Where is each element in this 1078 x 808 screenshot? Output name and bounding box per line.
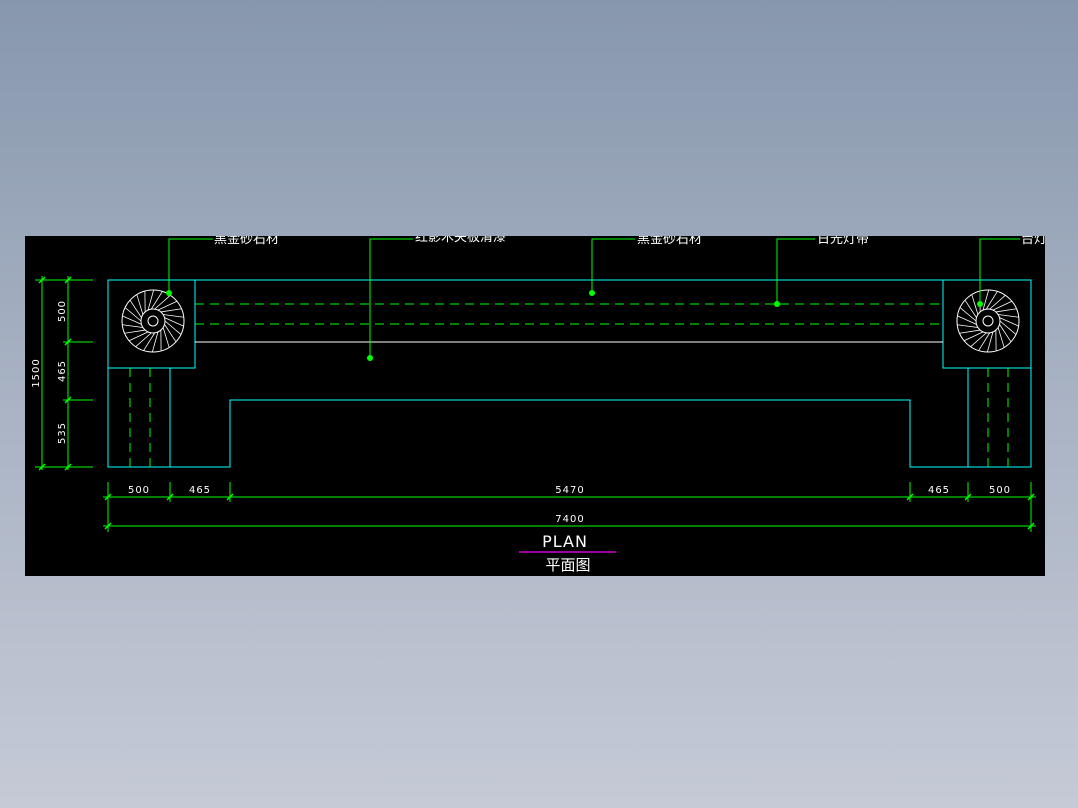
- dim-vertical-top: 500: [57, 300, 68, 322]
- dim-right-gap: 465: [928, 485, 950, 496]
- leader-dot: [166, 290, 172, 296]
- dim-center: 5470: [555, 485, 584, 496]
- lamp-rib: [164, 320, 182, 335]
- dim-vertical-mid: 465: [57, 360, 68, 382]
- leader-dot: [977, 301, 983, 307]
- left-lamp-base: [107, 279, 196, 369]
- lamp-rib: [999, 320, 1017, 335]
- leader-table-lamp: [979, 238, 1020, 304]
- leader-dot: [589, 290, 595, 296]
- left-table-lamp-icon: [121, 289, 185, 353]
- lamp-rib: [143, 332, 156, 351]
- lamp-rib: [959, 329, 981, 334]
- led-strip-group: [129, 303, 1009, 467]
- lamp-rib: [135, 332, 152, 348]
- leader-group: [168, 238, 1020, 358]
- lamp-rib: [957, 324, 978, 328]
- leader-veneer: [369, 238, 413, 358]
- lamp-inner-ring: [140, 308, 166, 334]
- leader-stone-top: [591, 238, 635, 293]
- lamp-rib: [959, 307, 977, 322]
- callout-table-lamp: 台灯: [1021, 236, 1045, 247]
- lamp-rib: [989, 294, 1006, 310]
- lamp-rib: [128, 331, 149, 342]
- dim-right-lamp: 500: [989, 485, 1011, 496]
- lamp-rib: [970, 332, 987, 348]
- dim-left-gap: 465: [189, 485, 211, 496]
- lamp-rib: [122, 324, 143, 328]
- dim-vertical-bottom: 535: [57, 422, 68, 444]
- lamp-rib: [957, 315, 977, 325]
- lamp-rib: [160, 308, 182, 313]
- outline-group: [107, 279, 1032, 468]
- lamp-rib: [164, 317, 184, 327]
- plan-drawing: 黑金砂石材 红影木夹板清漆 黑金砂石材 日光灯带 台灯 500 465 5470…: [31, 236, 1045, 574]
- lamp-rib: [154, 294, 171, 310]
- lamp-rib: [150, 291, 163, 310]
- leader-dots: [166, 290, 983, 361]
- lamp-rib: [129, 299, 142, 318]
- plan-title-en: PLAN: [542, 532, 588, 551]
- lamp-center: [982, 315, 994, 327]
- desk-outline: [107, 279, 1032, 468]
- dim-left-lamp: 500: [128, 485, 150, 496]
- lamp-shade-outline: [121, 289, 185, 353]
- lamp-rib: [998, 314, 1019, 318]
- leader-stone-left: [168, 238, 213, 293]
- callout-stone-top: 黑金砂石材: [637, 236, 702, 247]
- lamp-shade-outline: [956, 289, 1020, 353]
- lamp-rib: [999, 317, 1019, 327]
- leader-dot: [774, 301, 780, 307]
- lamp-rib: [157, 300, 178, 311]
- leader-dot: [367, 355, 373, 361]
- lamp-inner-ring: [975, 308, 1001, 334]
- callout-veneer: 红影木夹板清漆: [415, 236, 506, 245]
- lamp-rib: [963, 331, 984, 342]
- lamp-rib: [985, 291, 998, 310]
- lamp-rib: [999, 324, 1012, 343]
- lamp-center: [147, 315, 159, 327]
- lamp-rib: [124, 329, 146, 334]
- leader-led-strip: [776, 238, 815, 304]
- lamp-rib: [124, 307, 142, 322]
- lamp-rib: [964, 299, 977, 318]
- lamp-rib: [995, 308, 1017, 313]
- callout-led-strip: 日光灯带: [817, 236, 869, 247]
- dim-overall: 7400: [555, 514, 584, 525]
- lamp-rib: [164, 324, 177, 343]
- lamp-rib: [992, 300, 1013, 311]
- dim-vertical-total: 1500: [31, 358, 42, 387]
- cad-drawing-canvas: 黑金砂石材 红影木夹板清漆 黑金砂石材 日光灯带 台灯 500 465 5470…: [25, 236, 1045, 576]
- plan-title-cn: 平面图: [545, 556, 590, 574]
- callout-stone-left: 黑金砂石材: [214, 236, 279, 247]
- right-table-lamp-icon: [956, 289, 1020, 353]
- lamp-rib: [978, 332, 991, 351]
- lamp-rib: [163, 314, 184, 318]
- right-lamp-base: [942, 279, 1032, 369]
- lamp-rib: [122, 315, 142, 325]
